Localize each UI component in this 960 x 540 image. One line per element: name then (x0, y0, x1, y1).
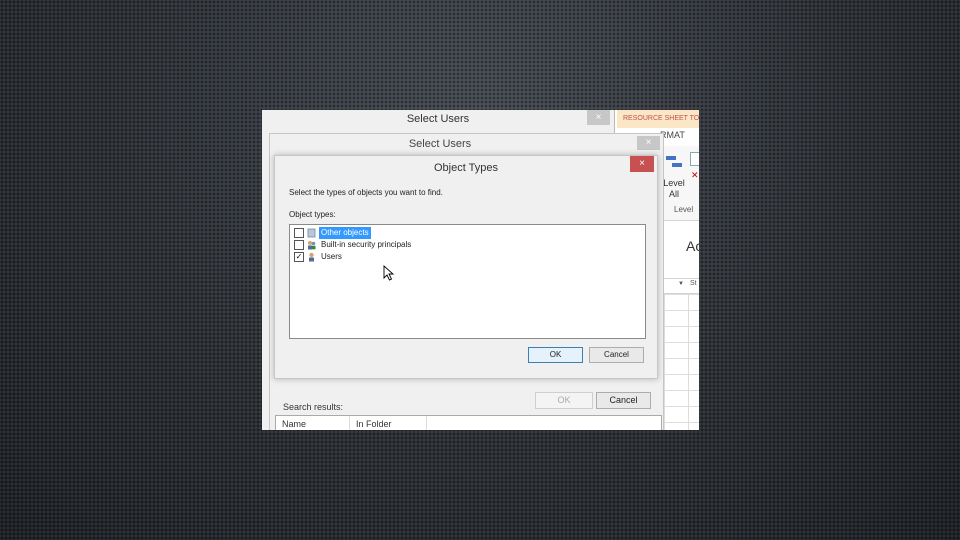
clear-icon[interactable]: ✕ (691, 170, 699, 181)
search-results-table[interactable]: Name In Folder (275, 415, 662, 430)
close-button[interactable]: × (587, 110, 610, 125)
instruction-text: Select the types of objects you want to … (289, 188, 443, 197)
column-header-folder[interactable]: In Folder (356, 419, 392, 429)
column-header-name[interactable]: Name (282, 419, 306, 429)
user-icon (309, 252, 314, 262)
search-results-label: Search results: (283, 402, 344, 412)
object-types-list[interactable]: Other objects Built-in security principa… (289, 224, 646, 339)
group-icon (308, 241, 316, 250)
close-button[interactable]: × (630, 156, 654, 172)
cancel-button[interactable]: Cancel (596, 392, 651, 409)
list-item-label: Built-in security principals (321, 240, 412, 249)
level-all-button[interactable]: Level All (663, 178, 685, 200)
ribbon-contextual-tab[interactable]: RESOURCE SHEET TO (617, 110, 699, 128)
ribbon-group-label: Level (674, 205, 694, 214)
folder-icon (307, 228, 316, 238)
list-item-label: Users (321, 252, 342, 261)
ok-button[interactable]: OK (528, 347, 583, 363)
checkbox-checked[interactable]: ✓ (294, 252, 304, 262)
mouse-pointer-icon (383, 265, 395, 281)
spreadsheet-grid[interactable] (664, 294, 699, 430)
column-divider[interactable] (426, 416, 427, 430)
object-types-label: Object types: (289, 210, 336, 219)
list-item-label: Other objects (319, 227, 371, 239)
formula-cell: St (690, 280, 697, 287)
ok-button-disabled[interactable]: OK (535, 392, 593, 409)
checkbox[interactable] (294, 228, 304, 238)
object-types-dialog: Object Types × Select the types of objec… (274, 155, 658, 379)
sheet-heading-text: Ac (686, 238, 699, 254)
column-divider[interactable] (349, 416, 350, 430)
chevron-down-icon[interactable]: ▼ (678, 281, 684, 287)
close-button[interactable]: × (637, 136, 660, 150)
cancel-button[interactable]: Cancel (589, 347, 644, 363)
dialog-title: Select Users (408, 138, 472, 150)
document-icon[interactable] (690, 152, 699, 166)
dialog-title: Object Types (434, 162, 498, 174)
checkbox[interactable] (294, 240, 304, 250)
screenshot-area: RESOURCE SHEET TO RMAT ✕ Level All Level… (262, 110, 699, 430)
level-all-icon[interactable] (666, 154, 682, 172)
window-title: Select Users (406, 113, 470, 125)
